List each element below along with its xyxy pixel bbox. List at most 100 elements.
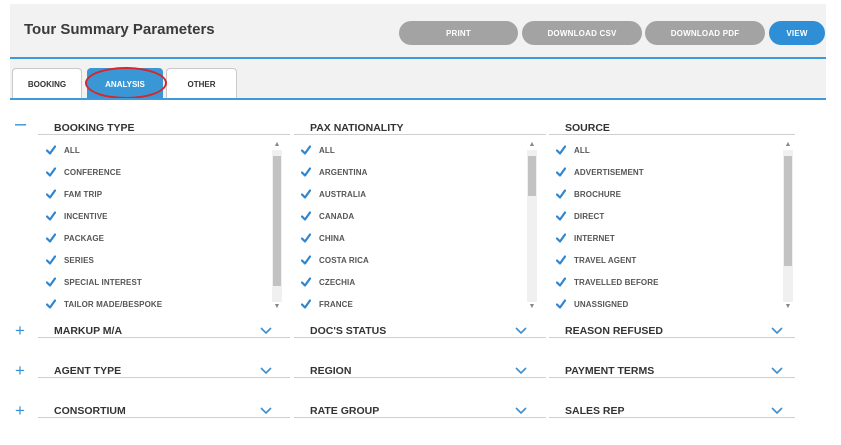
checkbox-item[interactable]: CONFERENCE <box>46 164 121 180</box>
header-divider <box>10 57 826 59</box>
chevron-down-icon[interactable] <box>771 407 783 415</box>
checkbox-item[interactable]: CZECHIA <box>301 274 355 290</box>
checkbox-item[interactable]: TAILOR MADE/BESPOKE <box>46 296 162 312</box>
checkbox-item[interactable]: ALL <box>556 142 590 158</box>
checkbox-item[interactable]: FAM TRIP <box>46 186 102 202</box>
checkbox-item-label: CHINA <box>319 233 345 243</box>
checkbox-item[interactable]: COSTA RICA <box>301 252 369 268</box>
parameters-panel: Tour Summary Parameters PRINT DOWNLOAD C… <box>10 4 826 445</box>
sales-rep-title[interactable]: SALES REP <box>565 405 625 417</box>
checkbox-item[interactable]: TRAVEL AGENT <box>556 252 636 268</box>
scroll-thumb[interactable] <box>273 156 281 286</box>
checkmark-icon <box>556 255 566 265</box>
chevron-down-icon[interactable] <box>515 367 527 375</box>
chevron-down-icon[interactable] <box>260 367 272 375</box>
tab-other[interactable]: OTHER <box>166 68 237 99</box>
checkbox-item-label: ALL <box>574 145 590 155</box>
booking-type-scrollbar[interactable]: ▲ ▼ <box>272 140 282 312</box>
reason-refused-title[interactable]: REASON REFUSED <box>565 325 663 337</box>
pax-nationality-list: ALL ARGENTINA AUSTRALIA CANADA CHINA COSTA RI… <box>301 142 531 314</box>
checkbox-item[interactable]: ARGENTINA <box>301 164 367 180</box>
checkbox-item[interactable]: ADVERTISEMENT <box>556 164 644 180</box>
checkbox-item[interactable]: CHINA <box>301 230 345 246</box>
checkbox-item-label: CZECHIA <box>319 277 356 287</box>
chevron-down-icon[interactable] <box>771 327 783 335</box>
payment-terms-title[interactable]: PAYMENT TERMS <box>565 365 654 377</box>
checkbox-item-label: PACKAGE <box>64 233 105 243</box>
chevron-down-icon[interactable] <box>771 367 783 375</box>
checkmark-icon <box>46 167 56 177</box>
checkbox-item-label: ALL <box>319 145 335 155</box>
chevron-down-icon[interactable] <box>260 327 272 335</box>
checkbox-item-label: TRAVEL AGENT <box>574 255 637 265</box>
checkmark-icon <box>301 299 311 309</box>
checkbox-item[interactable]: CANADA <box>301 208 354 224</box>
checkmark-icon <box>556 211 566 221</box>
checkbox-item[interactable]: INCENTIVE <box>46 208 108 224</box>
scroll-down-arrow-icon[interactable]: ▼ <box>527 302 537 312</box>
checkbox-item-label: INTERNET <box>574 233 615 243</box>
expand-toggle-icon[interactable]: + <box>15 402 25 419</box>
scroll-thumb[interactable] <box>784 156 792 266</box>
checkbox-item[interactable]: ALL <box>46 142 80 158</box>
checkmark-icon <box>301 277 311 287</box>
scroll-thumb[interactable] <box>528 156 536 196</box>
checkbox-item[interactable]: SPECIAL INTEREST <box>46 274 142 290</box>
scroll-up-arrow-icon[interactable]: ▲ <box>272 140 282 150</box>
rate-group-title[interactable]: RATE GROUP <box>310 405 379 417</box>
checkmark-icon <box>46 233 56 243</box>
markup-ma-title[interactable]: MARKUP M/A <box>54 325 122 337</box>
tab-analysis[interactable]: ANALYSIS <box>87 68 163 99</box>
checkbox-item-label: DIRECT <box>574 211 605 221</box>
checkbox-item-label: FRANCE <box>319 299 353 309</box>
agent-type-title[interactable]: AGENT TYPE <box>54 365 121 377</box>
expand-toggle-icon[interactable]: + <box>15 362 25 379</box>
scroll-up-arrow-icon[interactable]: ▲ <box>527 140 537 150</box>
checkmark-icon <box>46 145 56 155</box>
source-title: SOURCE <box>565 122 610 134</box>
expand-toggle-icon[interactable]: + <box>15 322 25 339</box>
checkbox-item[interactable]: INTERNET <box>556 230 615 246</box>
checkbox-item[interactable]: SERIES <box>46 252 94 268</box>
checkmark-icon <box>46 277 56 287</box>
chevron-down-icon[interactable] <box>515 407 527 415</box>
booking-type-title: BOOKING TYPE <box>54 122 135 134</box>
checkbox-item[interactable]: UNASSIGNED <box>556 296 628 312</box>
checkbox-item[interactable]: TRAVELLED BEFORE <box>556 274 659 290</box>
view-button[interactable]: VIEW <box>769 21 825 45</box>
source-scrollbar[interactable]: ▲ ▼ <box>783 140 793 312</box>
chevron-down-icon[interactable] <box>515 327 527 335</box>
download-csv-button[interactable]: DOWNLOAD CSV <box>522 21 642 45</box>
checkmark-icon <box>301 145 311 155</box>
checkbox-item[interactable]: PACKAGE <box>46 230 104 246</box>
checkbox-item-label: TAILOR MADE/BESPOKE <box>64 299 163 309</box>
download-pdf-button[interactable]: DOWNLOAD PDF <box>645 21 765 45</box>
scroll-down-arrow-icon[interactable]: ▼ <box>272 302 282 312</box>
pax-nationality-scrollbar[interactable]: ▲ ▼ <box>527 140 537 312</box>
checkmark-icon <box>556 145 566 155</box>
scroll-down-arrow-icon[interactable]: ▼ <box>783 302 793 312</box>
checkbox-item-label: CANADA <box>319 211 355 221</box>
checkbox-item-label: TRAVELLED BEFORE <box>574 277 659 287</box>
scroll-up-arrow-icon[interactable]: ▲ <box>783 140 793 150</box>
checkbox-item-label: FAM TRIP <box>64 189 103 199</box>
chevron-down-icon[interactable] <box>260 407 272 415</box>
checkbox-item-label: ARGENTINA <box>319 167 368 177</box>
checkbox-item[interactable]: BROCHURE <box>556 186 621 202</box>
docs-status-title[interactable]: DOC'S STATUS <box>310 325 386 337</box>
checkmark-icon <box>556 189 566 199</box>
checkbox-item[interactable]: FRANCE <box>301 296 353 312</box>
checkbox-item-label: ALL <box>64 145 80 155</box>
consortium-title[interactable]: CONSORTIUM <box>54 405 126 417</box>
checkbox-item[interactable]: ALL <box>301 142 335 158</box>
checkbox-item-label: UNASSIGNED <box>574 299 629 309</box>
region-title[interactable]: REGION <box>310 365 351 377</box>
checkbox-item-label: INCENTIVE <box>64 211 108 221</box>
checkbox-item-label: ADVERTISEMENT <box>574 167 644 177</box>
checkbox-item[interactable]: AUSTRALIA <box>301 186 366 202</box>
checkbox-item[interactable]: DIRECT <box>556 208 604 224</box>
print-button[interactable]: PRINT <box>399 21 518 45</box>
tab-booking[interactable]: BOOKING <box>12 68 82 99</box>
checkmark-icon <box>46 211 56 221</box>
collapse-toggle-icon[interactable]: – <box>15 114 26 134</box>
